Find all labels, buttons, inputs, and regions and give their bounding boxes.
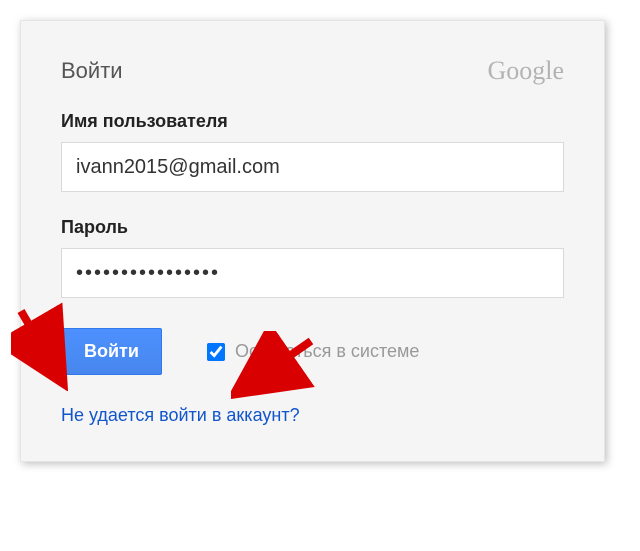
stay-signed-label: Оставаться в системе [235, 341, 419, 362]
action-row: Войти Оставаться в системе [61, 328, 564, 375]
username-label: Имя пользователя [61, 111, 564, 132]
help-link[interactable]: Не удается войти в аккаунт? [61, 405, 300, 425]
header-row: Войти Google [61, 56, 564, 86]
password-input[interactable] [61, 248, 564, 298]
submit-button[interactable]: Войти [61, 328, 162, 375]
stay-signed-wrap: Оставаться в системе [207, 341, 419, 362]
username-input[interactable] [61, 142, 564, 192]
brand-logo: Google [487, 56, 564, 86]
login-card: Войти Google Имя пользователя Пароль Вой… [20, 20, 605, 462]
password-label: Пароль [61, 217, 564, 238]
page-title: Войти [61, 58, 123, 84]
stay-signed-checkbox[interactable] [207, 343, 225, 361]
